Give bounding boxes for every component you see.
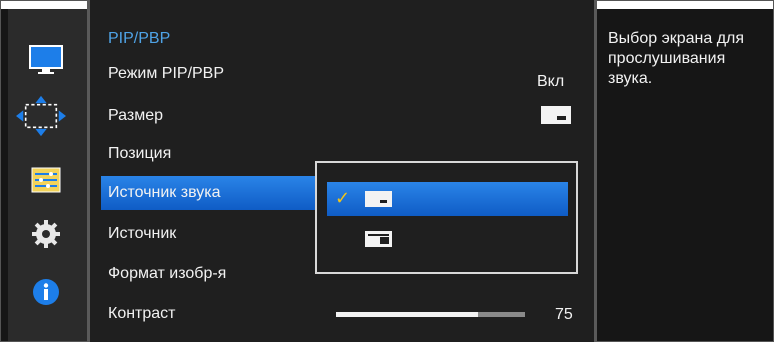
contrast-slider-fill [336, 312, 478, 317]
pip-size-icon [541, 106, 571, 124]
nav-item-picture[interactable] [26, 40, 66, 80]
menu-item-contrast[interactable]: Контраст [108, 305, 176, 323]
pip-pbp-mode-value: Вкл [537, 73, 565, 90]
menu-item-size[interactable]: Размер [108, 107, 163, 125]
checkmark-icon: ✓ [335, 188, 351, 208]
sound-source-option-sub[interactable] [327, 222, 568, 256]
sound-source-option-main[interactable]: ✓ [327, 182, 568, 216]
contrast-value: 75 [555, 306, 573, 323]
menu-item-position[interactable]: Позиция [108, 145, 171, 163]
menu-title: PIP/PBP [108, 30, 171, 47]
move-arrows-icon [16, 95, 66, 137]
info-icon [33, 279, 59, 305]
sub-screen-audio-icon [365, 231, 392, 247]
nav-item-information[interactable] [26, 272, 66, 312]
menu-item-picture-size[interactable]: Формат изобр-я [108, 265, 226, 283]
monitor-icon [29, 45, 63, 74]
nav-item-system[interactable] [26, 160, 66, 200]
menu-item-pip-pbp-mode[interactable]: Режим PIP/PBP [108, 65, 224, 83]
sound-source-dropdown: ✓ [315, 161, 578, 274]
gear-icon [32, 220, 60, 248]
contrast-slider[interactable] [336, 312, 525, 317]
menu-item-sound-source[interactable]: Источник звука [101, 176, 317, 210]
help-description: Выбор экрана для прослушивания звука. [608, 30, 745, 87]
settings-panel-icon [31, 167, 61, 193]
menu-item-source[interactable]: Источник [108, 225, 176, 243]
left-edge [1, 9, 8, 341]
nav-item-onscreen-display[interactable] [16, 95, 66, 137]
nav-item-settings[interactable] [26, 214, 66, 254]
main-screen-audio-icon [365, 191, 392, 207]
